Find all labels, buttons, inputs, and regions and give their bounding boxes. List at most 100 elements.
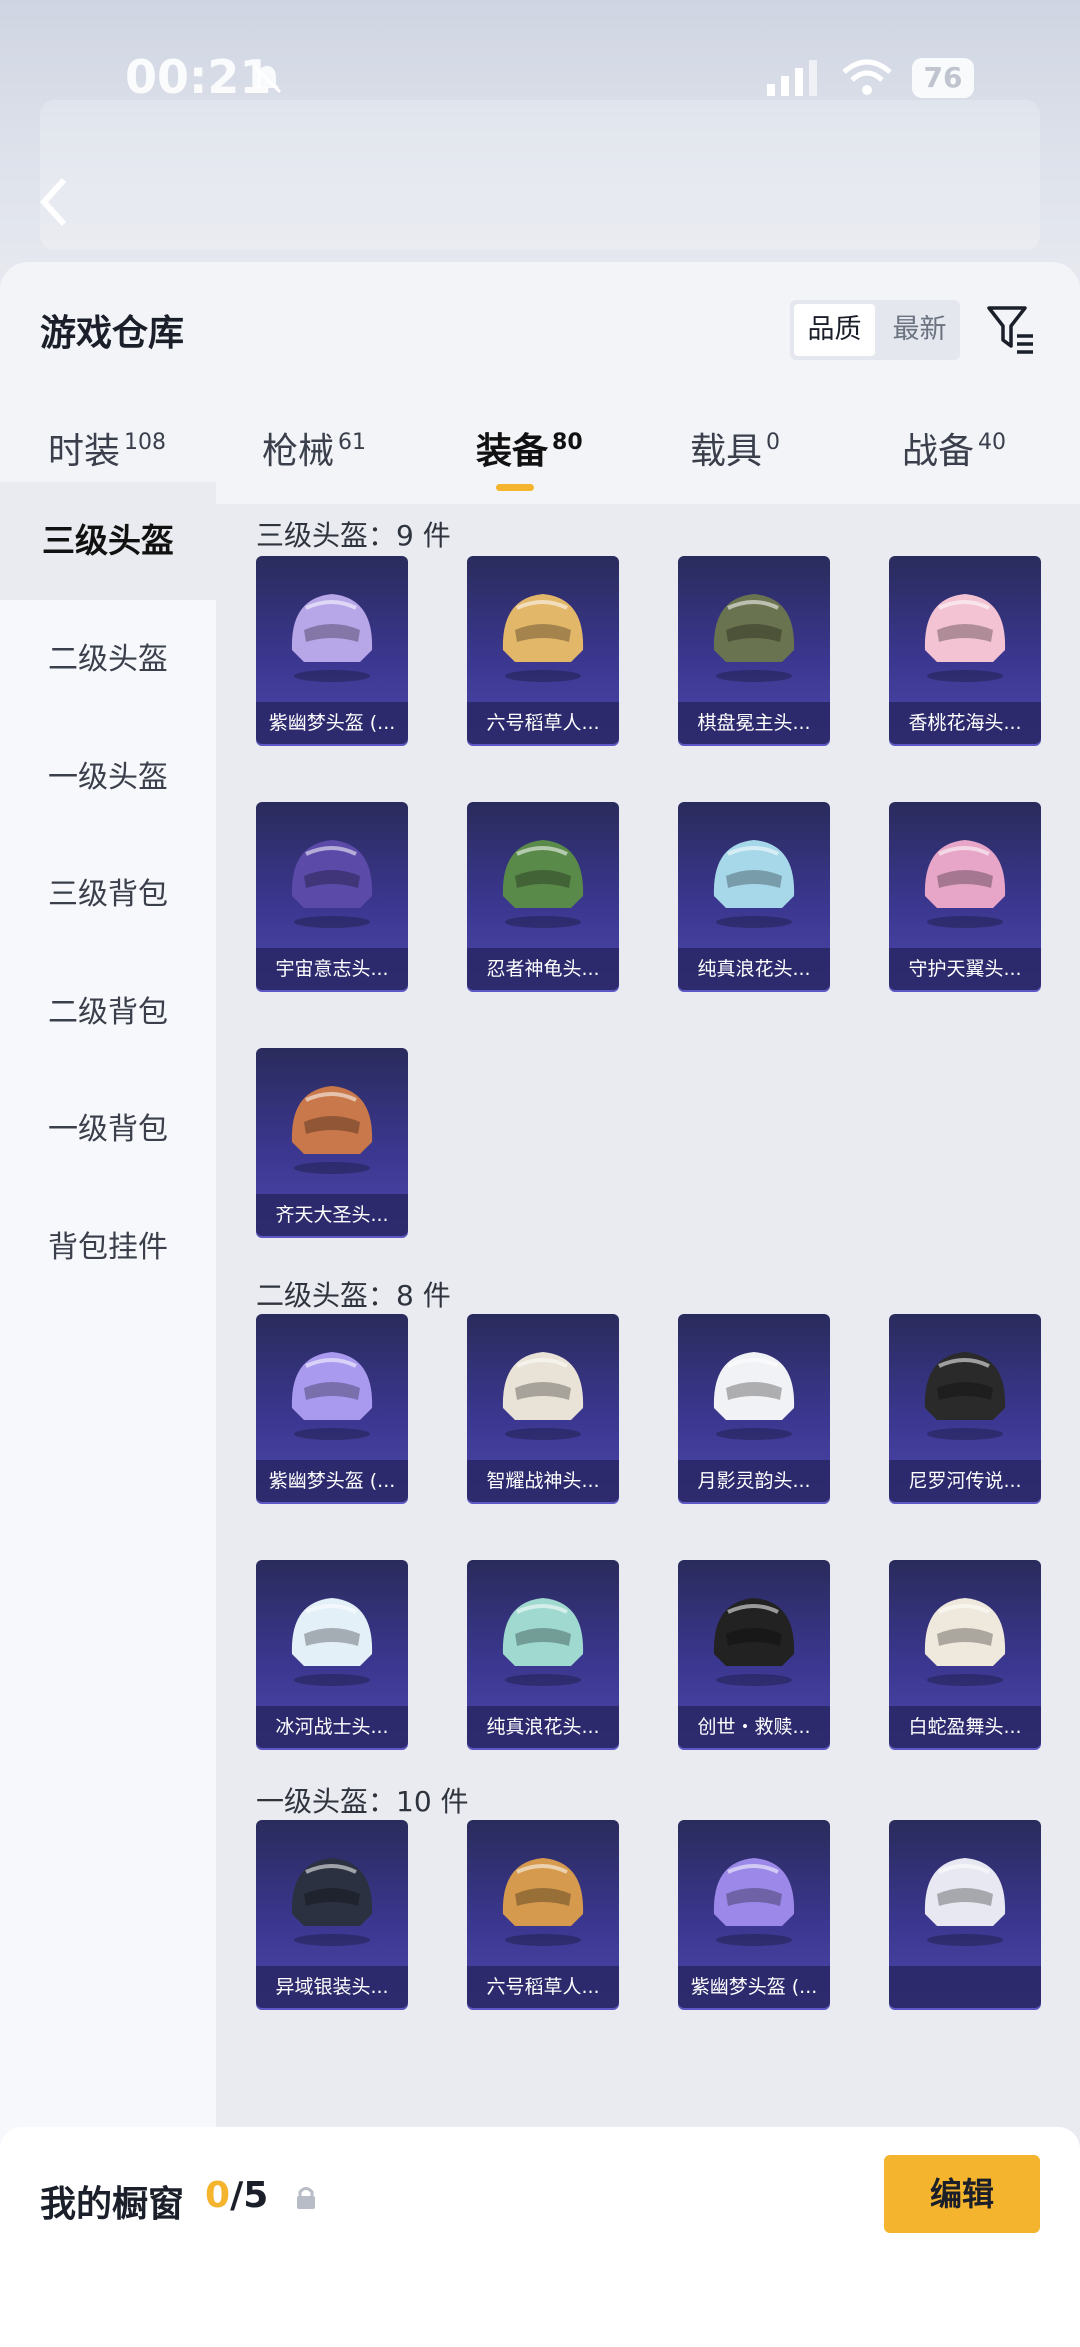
battery-indicator: 76 — [912, 58, 974, 98]
item-card[interactable]: 六号稻草人... — [467, 1820, 619, 2008]
item-card[interactable]: 宇宙意志头... — [256, 802, 408, 990]
item-name: 尼罗河传说... — [889, 1460, 1041, 1502]
item-card[interactable]: 尼罗河传说... — [889, 1314, 1041, 1502]
helmet-icon — [502, 1858, 584, 1946]
item-card[interactable] — [889, 1820, 1041, 2008]
helmet-icon — [713, 1858, 795, 1946]
helmet-icon — [291, 1352, 373, 1440]
tab-weapons[interactable]: 枪械 61 — [262, 422, 366, 504]
tab-count: 40 — [978, 430, 1007, 455]
item-card[interactable]: 守护天翼头... — [889, 802, 1041, 990]
item-name: 纯真浪花头... — [678, 948, 830, 990]
item-name — [889, 1966, 1041, 2008]
sort-toggle: 品质 最新 — [790, 300, 960, 360]
item-card[interactable]: 六号稻草人... — [467, 556, 619, 744]
cellular-signal-icon — [767, 60, 817, 96]
helmet-icon — [291, 1086, 373, 1174]
item-name: 六号稻草人... — [467, 1966, 619, 2008]
helmet-icon — [713, 1598, 795, 1686]
item-card[interactable]: 紫幽梦头盔 (... — [256, 556, 408, 744]
item-card[interactable]: 齐天大圣头... — [256, 1048, 408, 1236]
tab-count: 108 — [124, 430, 167, 455]
section-title-level3-helmet: 三级头盔：9 件 — [256, 519, 451, 552]
tab-equipment[interactable]: 装备 80 — [476, 422, 583, 504]
background-backdrop: 00:21 76 — [0, 0, 1080, 290]
item-grid-area: 三级头盔：9 件 二级头盔：8 件 一级头盔：10 件 紫幽梦头盔 (... 六号… — [216, 504, 1080, 2347]
item-name: 纯真浪花头... — [467, 1706, 619, 1748]
helmet-icon — [291, 1598, 373, 1686]
showcase-total-count: /5 — [230, 2175, 269, 2216]
showcase-bar: 我的橱窗 0/5 编辑 — [0, 2127, 1080, 2347]
item-name: 紫幽梦头盔 (... — [678, 1966, 830, 2008]
tab-label: 装备 — [476, 431, 549, 472]
helmet-icon — [502, 1598, 584, 1686]
tab-label: 时装 — [48, 431, 121, 472]
back-arrow-icon[interactable] — [34, 172, 74, 232]
item-card[interactable]: 棋盘冕主头... — [678, 556, 830, 744]
item-card[interactable]: 纯真浪花头... — [678, 802, 830, 990]
filter-icon[interactable] — [985, 302, 1037, 358]
bell-muted-icon — [252, 64, 282, 94]
item-card[interactable]: 异域银装头... — [256, 1820, 408, 2008]
helmet-icon — [924, 1858, 1006, 1946]
showcase-used-count: 0 — [205, 2175, 231, 2216]
sidebar-item-level2-backpack[interactable]: 二级背包 — [0, 954, 216, 1072]
item-name: 六号稻草人... — [467, 702, 619, 744]
edit-button[interactable]: 编辑 — [884, 2155, 1040, 2233]
helmet-icon — [924, 840, 1006, 928]
helmet-icon — [924, 1352, 1006, 1440]
item-card[interactable]: 智耀战神头... — [467, 1314, 619, 1502]
sidebar-item-backpack-charm[interactable]: 背包挂件 — [0, 1189, 216, 1307]
item-name: 异域银装头... — [256, 1966, 408, 2008]
sidebar-item-level1-backpack[interactable]: 一级背包 — [0, 1071, 216, 1189]
item-name: 齐天大圣头... — [256, 1194, 408, 1236]
helmet-icon — [291, 1858, 373, 1946]
item-card[interactable]: 冰河战士头... — [256, 1560, 408, 1748]
sort-newest-button[interactable]: 最新 — [879, 300, 960, 360]
tab-label: 载具 — [690, 431, 763, 472]
item-name: 月影灵韵头... — [678, 1460, 830, 1502]
item-name: 守护天翼头... — [889, 948, 1041, 990]
item-name: 香桃花海头... — [889, 702, 1041, 744]
sidebar-item-level3-helmet[interactable]: 三级头盔 — [0, 482, 216, 600]
category-sidebar: 三级头盔 二级头盔 一级头盔 三级背包 二级背包 一级背包 背包挂件 — [0, 482, 216, 2347]
item-card[interactable]: 紫幽梦头盔 (... — [256, 1314, 408, 1502]
item-card[interactable]: 忍者神龟头... — [467, 802, 619, 990]
item-name: 冰河战士头... — [256, 1706, 408, 1748]
item-card[interactable]: 月影灵韵头... — [678, 1314, 830, 1502]
showcase-count: 0/5 — [205, 2175, 268, 2216]
item-card[interactable]: 香桃花海头... — [889, 556, 1041, 744]
helmet-icon — [713, 840, 795, 928]
item-name: 棋盘冕主头... — [678, 702, 830, 744]
status-bar: 00:21 76 — [0, 40, 1080, 120]
item-card[interactable]: 纯真浪花头... — [467, 1560, 619, 1748]
item-card[interactable]: 创世・救赎... — [678, 1560, 830, 1748]
helmet-icon — [502, 594, 584, 682]
showcase-label: 我的橱窗 — [40, 2184, 185, 2225]
sidebar-item-level1-helmet[interactable]: 一级头盔 — [0, 719, 216, 837]
section-title-level1-helmet: 一级头盔：10 件 — [256, 1785, 469, 1818]
tab-battle-supplies[interactable]: 战备 40 — [902, 422, 1006, 504]
item-name: 白蛇盈舞头... — [889, 1706, 1041, 1748]
sort-quality-button[interactable]: 品质 — [794, 304, 875, 356]
helmet-icon — [713, 1352, 795, 1440]
item-card[interactable]: 紫幽梦头盔 (... — [678, 1820, 830, 2008]
item-name: 智耀战神头... — [467, 1460, 619, 1502]
helmet-icon — [502, 840, 584, 928]
item-name: 宇宙意志头... — [256, 948, 408, 990]
helmet-icon — [924, 1598, 1006, 1686]
helmet-icon — [291, 594, 373, 682]
section-title-level2-helmet: 二级头盔：8 件 — [256, 1279, 451, 1312]
item-name: 忍者神龟头... — [467, 948, 619, 990]
item-card[interactable]: 白蛇盈舞头... — [889, 1560, 1041, 1748]
item-name: 紫幽梦头盔 (... — [256, 1460, 408, 1502]
background-panel — [40, 100, 1040, 250]
page-title: 游戏仓库 — [40, 313, 185, 354]
helmet-icon — [291, 840, 373, 928]
sidebar-item-level3-backpack[interactable]: 三级背包 — [0, 836, 216, 954]
sidebar-item-level2-helmet[interactable]: 二级头盔 — [0, 601, 216, 719]
tab-label: 枪械 — [262, 431, 335, 472]
tab-vehicles[interactable]: 载具 0 — [690, 422, 780, 504]
warehouse-sheet: 游戏仓库 品质 最新 时装 108 枪械 61 装备 80 载具 0 战备 40 三级头盔… — [0, 262, 1080, 2347]
helmet-icon — [924, 594, 1006, 682]
